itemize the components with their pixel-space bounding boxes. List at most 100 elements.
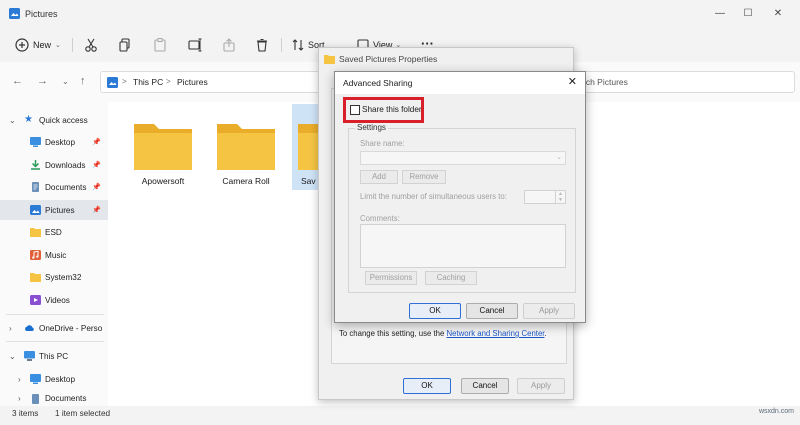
user-limit-spinner[interactable]: ▲ ▼ — [524, 190, 566, 204]
sidebar-item-label: Desktop — [45, 374, 76, 384]
properties-cancel-button[interactable]: Cancel — [461, 378, 509, 394]
info-end: . — [544, 329, 547, 338]
folder-saved-pictures-selected[interactable]: Sav — [292, 104, 320, 190]
copy-icon[interactable] — [117, 37, 133, 53]
pin-icon[interactable]: 📌 — [92, 161, 101, 169]
title-bar: Pictures — ☐ ✕ — [0, 0, 800, 28]
sort-icon — [292, 39, 304, 51]
chevron-right-icon: › — [18, 374, 21, 384]
selection-count: 1 item selected — [55, 409, 111, 418]
settings-group: Settings Share name: ⌄ Add Remove Limit … — [348, 123, 576, 293]
comments-textarea[interactable] — [360, 224, 566, 268]
forward-arrow-icon[interactable]: → — [37, 75, 48, 87]
plus-circle-icon — [15, 38, 29, 52]
info-text: To change this setting, use the — [339, 329, 447, 338]
share-name-label: Share name: — [360, 139, 405, 148]
folder-icon — [30, 228, 41, 237]
sidebar-item-videos[interactable]: Videos — [0, 290, 108, 310]
up-arrow-icon[interactable]: ↑ — [80, 75, 86, 87]
add-button[interactable]: Add — [360, 170, 398, 184]
cut-icon[interactable] — [83, 37, 99, 53]
breadcrumb-this-pc[interactable]: This PC — [133, 77, 163, 87]
sidebar-item-label: ESD — [45, 227, 62, 237]
music-icon — [30, 250, 41, 260]
search-input[interactable]: rch Pictures — [570, 71, 795, 93]
permissions-button[interactable]: Permissions — [365, 271, 417, 285]
close-window-button[interactable]: ✕ — [770, 6, 786, 22]
limit-users-label: Limit the number of simultaneous users t… — [360, 192, 507, 201]
folder-label: Apowersoft — [141, 176, 185, 186]
onedrive-cloud-icon — [25, 325, 34, 331]
pictures-app-icon — [9, 8, 20, 19]
sidebar-item-pc-documents[interactable]: › Documents — [0, 391, 108, 406]
caching-button[interactable]: Caching — [425, 271, 477, 285]
new-button[interactable]: New ⌄ — [14, 36, 61, 54]
share-name-combobox[interactable]: ⌄ — [360, 151, 566, 165]
share-folder-checkbox[interactable] — [350, 105, 360, 115]
sidebar-item-label: Videos — [45, 295, 70, 305]
paste-icon[interactable] — [152, 37, 168, 53]
sidebar-item-label: Quick access — [39, 115, 88, 125]
status-bar: 3 items 1 item selected — [0, 406, 800, 425]
recent-locations-icon[interactable]: ⌄ — [62, 77, 69, 86]
sidebar-item-desktop[interactable]: Desktop 📌 — [0, 132, 108, 152]
folder-label: Camera Roll — [222, 176, 270, 186]
maximize-button[interactable]: ☐ — [740, 6, 756, 22]
sidebar-item-onedrive[interactable]: › OneDrive - Perso — [0, 318, 108, 338]
breadcrumb-separator: > — [122, 77, 127, 86]
sidebar-item-documents[interactable]: Documents 📌 — [0, 177, 108, 197]
folder-icon — [134, 124, 192, 170]
folder-apowersoft[interactable]: Apowersoft — [128, 114, 198, 204]
spinner-arrows-icon[interactable]: ▲ ▼ — [555, 191, 565, 203]
advanced-ok-button[interactable]: OK — [409, 303, 461, 319]
advanced-cancel-button[interactable]: Cancel — [466, 303, 518, 319]
breadcrumb-pictures[interactable]: Pictures — [177, 77, 208, 87]
network-sharing-center-link[interactable]: Network and Sharing Center — [447, 329, 545, 338]
sidebar-item-system32[interactable]: System32 — [0, 267, 108, 287]
folder-icon — [217, 124, 275, 170]
pin-icon[interactable]: 📌 — [92, 138, 101, 146]
toolbar-divider — [72, 38, 73, 52]
pin-icon[interactable]: 📌 — [92, 206, 101, 214]
item-count: 3 items — [12, 409, 39, 418]
dialog-title: Saved Pictures Properties — [339, 54, 438, 64]
window-title: Pictures — [25, 9, 58, 19]
properties-apply-button[interactable]: Apply — [517, 378, 565, 394]
comments-label: Comments: — [360, 214, 400, 223]
sidebar-item-label: Documents — [45, 394, 87, 403]
sidebar-item-label: Downloads — [45, 160, 86, 170]
sidebar-item-this-pc[interactable]: ⌄ This PC — [0, 346, 108, 366]
chevron-right-icon: › — [18, 394, 21, 403]
folder-camera-roll[interactable]: Camera Roll — [211, 114, 281, 204]
sidebar-item-label: Documents — [45, 182, 87, 192]
chevron-down-icon: ⌄ — [55, 42, 61, 49]
sidebar-item-quick-access[interactable]: ⌄ ★ Quick access — [0, 110, 108, 130]
back-arrow-icon[interactable]: ← — [12, 75, 23, 87]
chevron-down-icon: ⌄ — [556, 154, 562, 161]
advanced-apply-button[interactable]: Apply — [523, 303, 575, 319]
sidebar-item-music[interactable]: Music — [0, 245, 108, 265]
remove-button[interactable]: Remove — [402, 170, 446, 184]
dialog-titlebar: Advanced Sharing ✕ — [335, 72, 585, 94]
pictures-icon — [30, 205, 41, 215]
minimize-button[interactable]: — — [712, 6, 728, 22]
sidebar-item-pc-desktop[interactable]: › Desktop — [0, 369, 108, 389]
pictures-location-icon — [107, 77, 118, 88]
sidebar-item-label: System32 — [45, 272, 82, 282]
delete-icon[interactable] — [254, 37, 270, 53]
settings-legend: Settings — [355, 123, 388, 132]
share-icon[interactable] — [221, 37, 237, 53]
rename-icon[interactable] — [187, 37, 203, 53]
sidebar-item-label: Desktop — [45, 137, 76, 147]
network-info-text: To change this setting, use the Network … — [339, 329, 547, 338]
desktop-icon — [30, 374, 41, 384]
sidebar-item-pictures[interactable]: Pictures 📌 — [0, 200, 108, 220]
close-icon[interactable]: ✕ — [568, 75, 577, 88]
share-folder-label[interactable]: Share this folder — [362, 105, 422, 114]
toolbar-divider — [281, 38, 282, 52]
sidebar-item-downloads[interactable]: Downloads 📌 — [0, 155, 108, 175]
sidebar-item-esd[interactable]: ESD — [0, 222, 108, 242]
computer-icon — [24, 351, 35, 361]
pin-icon[interactable]: 📌 — [92, 183, 101, 191]
properties-ok-button[interactable]: OK — [403, 378, 451, 394]
